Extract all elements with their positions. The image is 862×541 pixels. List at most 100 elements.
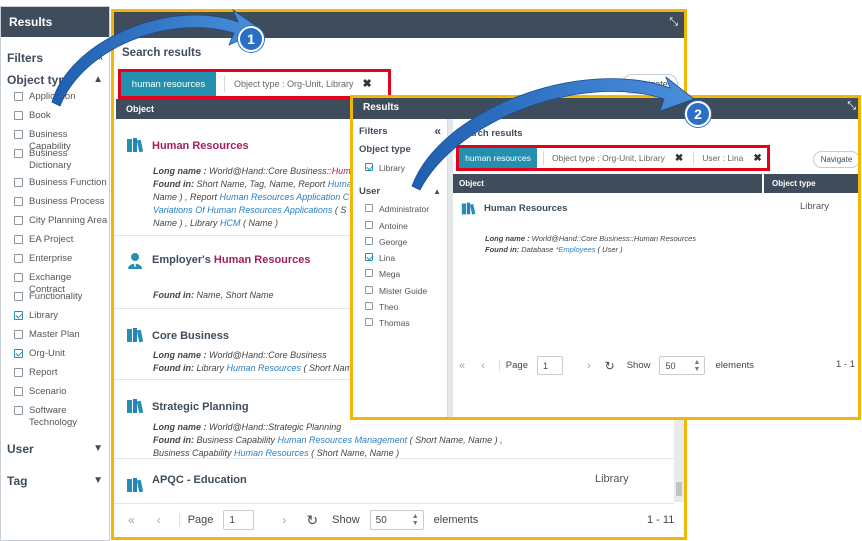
filter-option[interactable]: Theo <box>353 301 447 317</box>
filter-option[interactable]: Enterprise <box>1 253 109 272</box>
checkbox[interactable] <box>365 269 373 278</box>
first-page-icon[interactable]: « <box>459 360 465 372</box>
remove-criterion-icon[interactable]: ✖ <box>675 153 683 164</box>
filter-option[interactable]: Master Plan <box>1 329 109 348</box>
filter-option[interactable]: Administrator <box>353 203 447 219</box>
checkbox[interactable] <box>365 285 373 294</box>
collapse-filters-icon[interactable]: « <box>97 47 103 69</box>
tag-section[interactable]: Tag ▼ <box>1 470 109 492</box>
filter-option[interactable]: Report <box>1 367 109 386</box>
detail-link[interactable]: HCM <box>220 218 241 228</box>
page-input[interactable]: 1 <box>223 510 255 530</box>
search-term-chip[interactable]: human resources <box>121 72 216 96</box>
object-type-column-header[interactable]: Object type <box>764 174 858 193</box>
checkbox[interactable] <box>14 254 23 263</box>
navigate-button[interactable]: Navigate <box>813 151 858 168</box>
checkbox-checked[interactable] <box>14 311 23 320</box>
page-size-stepper[interactable]: 50 ▲ ▼ <box>369 510 424 530</box>
navigate-button[interactable]: Navigate <box>622 74 678 94</box>
checkbox[interactable] <box>14 149 23 158</box>
chevron-up-icon[interactable]: ▲ <box>93 69 103 91</box>
refresh-icon[interactable]: ↻ <box>605 359 615 373</box>
prev-page-icon[interactable]: ‹ <box>481 360 485 372</box>
next-page-icon[interactable]: › <box>282 513 286 527</box>
result-name[interactable]: Strategic Planning <box>152 401 249 413</box>
page-size-stepper[interactable]: 50 ▲ ▼ <box>659 356 706 375</box>
filter-option[interactable]: Org-Unit <box>1 348 109 367</box>
detail-link[interactable]: Huma <box>328 179 352 189</box>
minimize-icon[interactable]: ⤡ <box>847 100 856 113</box>
checkbox[interactable] <box>14 178 23 187</box>
result-row[interactable]: Human Resources Library Long name : Worl… <box>453 193 858 254</box>
object-column-header[interactable]: Object <box>453 174 762 193</box>
checkbox[interactable] <box>365 236 373 245</box>
filter-option[interactable]: Business Function <box>1 177 109 196</box>
checkbox[interactable] <box>14 111 23 120</box>
result-row[interactable]: APQC - Education Library <box>114 459 674 504</box>
chevron-down-icon[interactable]: ▼ <box>93 470 103 492</box>
checkbox-checked[interactable] <box>365 163 373 171</box>
object-type-section[interactable]: Object type <box>353 141 447 159</box>
search-term-chip[interactable]: human resources <box>459 148 537 168</box>
stepper-arrows-icon[interactable]: ▲ ▼ <box>694 359 701 373</box>
filter-option[interactable]: George <box>353 236 447 252</box>
filter-option[interactable]: City Planning Area <box>1 215 109 234</box>
user-section[interactable]: User ▼ <box>1 438 109 460</box>
filter-option[interactable]: Scenario <box>1 386 109 405</box>
object-type-section[interactable]: Object type ▲ <box>1 69 109 91</box>
checkbox[interactable] <box>365 302 373 311</box>
checkbox-checked[interactable] <box>365 253 373 262</box>
detail-link[interactable]: Variations Of Human Resources Applicatio… <box>153 205 332 215</box>
sidebar-splitter[interactable] <box>448 119 453 417</box>
detail-link[interactable]: Human Resources <box>234 448 309 458</box>
checkbox[interactable] <box>14 92 23 101</box>
checkbox[interactable] <box>14 130 23 139</box>
filter-option[interactable]: Exchange Contract <box>1 272 109 295</box>
result-name[interactable]: Core Business <box>152 330 229 342</box>
filter-option[interactable]: Library <box>353 162 447 178</box>
next-page-icon[interactable]: › <box>587 360 591 372</box>
filter-option[interactable]: Business Process <box>1 196 109 215</box>
result-name[interactable]: APQC - Education <box>152 474 247 486</box>
checkbox[interactable] <box>365 204 373 213</box>
checkbox[interactable] <box>14 273 23 282</box>
checkbox[interactable] <box>14 292 23 301</box>
first-page-icon[interactable]: « <box>128 513 135 527</box>
filter-option[interactable]: Lina <box>353 252 447 268</box>
scroll-down-icon[interactable] <box>676 482 682 496</box>
collapse-filters-icon[interactable]: « <box>434 122 441 140</box>
page-input[interactable]: 1 <box>536 356 563 375</box>
checkbox[interactable] <box>14 406 23 415</box>
user-section[interactable]: User ▲ <box>353 183 447 201</box>
result-name[interactable]: Employer's Human Resources <box>152 254 311 266</box>
filter-option[interactable]: Mister Guide <box>353 285 447 301</box>
filter-option[interactable]: Antoine <box>353 220 447 236</box>
checkbox[interactable] <box>14 330 23 339</box>
checkbox[interactable] <box>365 318 373 327</box>
minimize-icon[interactable]: ⤡ <box>669 16 678 29</box>
filter-option[interactable]: Business Capability <box>1 129 109 152</box>
stepper-arrows-icon[interactable]: ▲ ▼ <box>412 513 419 527</box>
checkbox[interactable] <box>14 368 23 377</box>
remove-criterion-icon[interactable]: ✖ <box>753 153 761 164</box>
filter-option[interactable]: Application <box>1 91 109 110</box>
checkbox-checked[interactable] <box>14 349 23 358</box>
checkbox[interactable] <box>14 387 23 396</box>
prev-page-icon[interactable]: ‹ <box>157 513 161 527</box>
checkbox[interactable] <box>14 197 23 206</box>
chevron-down-icon[interactable]: ▼ <box>93 438 103 460</box>
filter-option[interactable]: Mega <box>353 268 447 284</box>
filter-option[interactable]: Software Technology <box>1 405 109 434</box>
found-in-link[interactable]: *Employees <box>555 245 595 254</box>
chevron-up-icon[interactable]: ▲ <box>433 183 441 201</box>
remove-criterion-icon[interactable]: ✖ <box>363 77 372 90</box>
filter-option[interactable]: EA Project <box>1 234 109 253</box>
detail-link[interactable]: Human Resources Management <box>278 435 408 445</box>
checkbox[interactable] <box>14 235 23 244</box>
result-name[interactable]: Human Resources <box>152 140 249 152</box>
result-name[interactable]: Human Resources <box>484 203 567 214</box>
checkbox[interactable] <box>365 220 373 229</box>
detail-link[interactable]: Human Resources Application C <box>220 192 350 202</box>
refresh-icon[interactable]: ↻ <box>306 512 318 529</box>
filter-option[interactable]: Thomas <box>353 317 447 333</box>
